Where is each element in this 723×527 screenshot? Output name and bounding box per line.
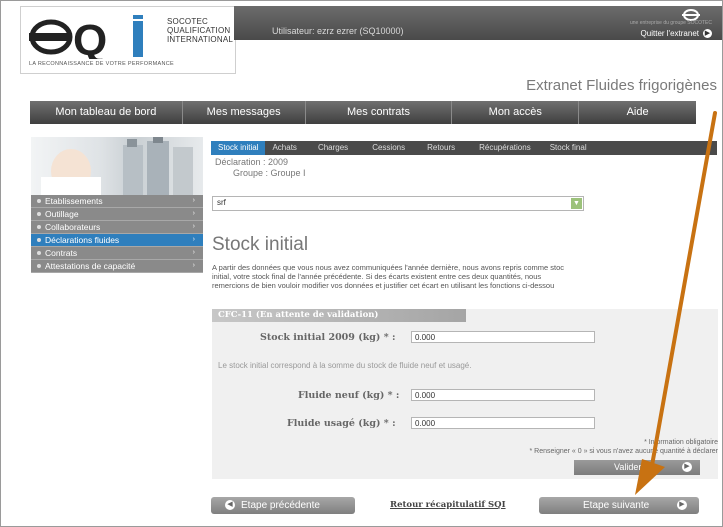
- main-nav: Mon tableau de bord Mes messages Mes con…: [30, 101, 696, 124]
- chevron-right-icon: ›: [192, 262, 195, 269]
- sidebar-item-label: Etablissements: [45, 196, 103, 206]
- tab-stock-initial[interactable]: Stock initial: [211, 141, 266, 155]
- tab-recuperations[interactable]: Récupérations: [467, 141, 543, 155]
- previous-step-label: Etape précédente: [241, 500, 320, 511]
- sidebar-item-contrats[interactable]: Contrats ›: [31, 247, 203, 260]
- sqi-logo[interactable]: Q SOCOTEC QUALIFICATION INTERNATIONAL LA…: [20, 6, 236, 74]
- logout-button[interactable]: Quitter l'extranet ▶: [641, 29, 712, 38]
- nav-acces[interactable]: Mon accès: [452, 101, 580, 124]
- page-title: Stock initial: [212, 234, 309, 255]
- sqi-logo-icon: Q: [29, 15, 143, 59]
- validate-label: Valider: [614, 462, 642, 472]
- chevron-right-icon: ›: [192, 197, 195, 204]
- intro-line: A partir des données que vous nous avez …: [212, 263, 565, 272]
- sidebar-item-label: Outillage: [45, 209, 79, 219]
- form-header: CFC-11 (En attente de validation): [212, 309, 466, 322]
- chevron-right-icon: ›: [192, 223, 195, 230]
- page: Q SOCOTEC QUALIFICATION INTERNATIONAL LA…: [0, 0, 723, 527]
- tab-achats[interactable]: Achats: [265, 141, 303, 155]
- fluid-select-value: srf: [217, 198, 226, 207]
- sidebar-photo: [31, 137, 203, 195]
- chevron-down-icon[interactable]: ▼: [571, 198, 582, 209]
- svg-text:Q: Q: [73, 16, 107, 59]
- chevron-right-icon: ›: [192, 249, 195, 256]
- technician-photo-image: [41, 137, 193, 195]
- declaration-tabs: Stock initial Achats Charges Cessions Re…: [211, 141, 717, 155]
- sidebar-item-label: Attestations de capacité: [45, 261, 136, 271]
- sidebar-item-label: Déclarations fluides: [45, 235, 120, 245]
- fluide-usage-input[interactable]: 0.000: [411, 417, 595, 429]
- header: Q SOCOTEC QUALIFICATION INTERNATIONAL LA…: [1, 1, 722, 94]
- tab-stock-final[interactable]: Stock final: [543, 141, 594, 155]
- nav-contrats[interactable]: Mes contrats: [306, 101, 453, 124]
- declaration-info: Déclaration : 2009 Groupe : Groupe I: [215, 157, 306, 179]
- stock-form-panel: CFC-11 (En attente de validation) Stock …: [212, 309, 718, 479]
- tab-retours[interactable]: Retours: [415, 141, 467, 155]
- logo-text-international: INTERNATIONAL: [167, 35, 234, 44]
- sidebar-item-outillage[interactable]: Outillage ›: [31, 208, 203, 221]
- logout-label: Quitter l'extranet: [640, 29, 699, 38]
- arrow-left-icon: ◀: [225, 500, 235, 510]
- validate-button[interactable]: Valider ▶: [574, 460, 700, 475]
- declaration-group: Groupe : Groupe I: [233, 168, 306, 178]
- nav-aide[interactable]: Aide: [579, 101, 696, 124]
- tab-cessions[interactable]: Cessions: [362, 141, 415, 155]
- group-text: une entreprise du groupe SOCOTEC: [630, 20, 712, 26]
- zero-note: * Renseigner « 0 » si vous n'avez aucune…: [529, 448, 718, 455]
- user-bar: Utilisateur: ezrz ezrer (SQ10000) une en…: [234, 6, 722, 40]
- intro-line: initial, votre stock final de l'année pr…: [212, 272, 542, 281]
- logo-text-socotec: SOCOTEC: [167, 17, 208, 26]
- intro-text: A partir des données que vous nous avez …: [212, 263, 712, 290]
- intro-line: remercions de bien vouloir modifier vos …: [212, 281, 555, 290]
- tab-charges[interactable]: Charges: [304, 141, 362, 155]
- required-note: * Information obligatoire: [644, 439, 718, 446]
- arrow-right-icon: ▶: [682, 462, 692, 472]
- site-title: Extranet Fluides frigorigènes: [526, 77, 717, 94]
- stock-initial-input[interactable]: 0.000: [411, 331, 595, 343]
- fluid-select[interactable]: srf ▼: [212, 196, 584, 211]
- sidebar-item-declarations-fluides[interactable]: Déclarations fluides ›: [31, 234, 203, 247]
- user-label: Utilisateur: ezrz ezrer (SQ10000): [272, 26, 404, 36]
- next-step-button[interactable]: Etape suivante ▶: [539, 497, 699, 514]
- sidebar-item-label: Collaborateurs: [45, 222, 101, 232]
- chevron-right-icon: ›: [192, 236, 195, 243]
- arrow-right-icon: ▶: [703, 29, 712, 38]
- declaration-year: Déclaration : 2009: [215, 157, 289, 167]
- fluide-neuf-label: Fluide neuf (kg) * :: [298, 390, 400, 401]
- nav-messages[interactable]: Mes messages: [183, 101, 306, 124]
- sidebar-item-attestations[interactable]: Attestations de capacité ›: [31, 260, 203, 273]
- previous-step-button[interactable]: ◀ Etape précédente: [211, 497, 355, 514]
- back-to-summary-link[interactable]: Retour récapitulatif SQI: [390, 500, 506, 510]
- fluide-neuf-input[interactable]: 0.000: [411, 389, 595, 401]
- arrow-right-icon: ▶: [677, 500, 687, 510]
- next-step-label: Etape suivante: [583, 500, 650, 511]
- sidebar-item-label: Contrats: [45, 248, 78, 258]
- sidebar-item-etablissements[interactable]: Etablissements ›: [31, 195, 203, 208]
- fluide-usage-label: Fluide usagé (kg) * :: [287, 418, 396, 429]
- stock-note: Le stock initial correspond à la somme d…: [218, 361, 472, 370]
- logo-text-qualification: QUALIFICATION: [167, 26, 231, 35]
- sidebar-item-collaborateurs[interactable]: Collaborateurs ›: [31, 221, 203, 234]
- logo-tagline: LA RECONNAISSANCE DE VOTRE PERFORMANCE: [29, 61, 174, 67]
- nav-tableau-de-bord[interactable]: Mon tableau de bord: [30, 101, 183, 124]
- chevron-right-icon: ›: [192, 210, 195, 217]
- sidebar-menu: Etablissements › Outillage › Collaborateur…: [31, 195, 203, 273]
- stock-initial-label: Stock initial 2009 (kg) * :: [260, 332, 396, 343]
